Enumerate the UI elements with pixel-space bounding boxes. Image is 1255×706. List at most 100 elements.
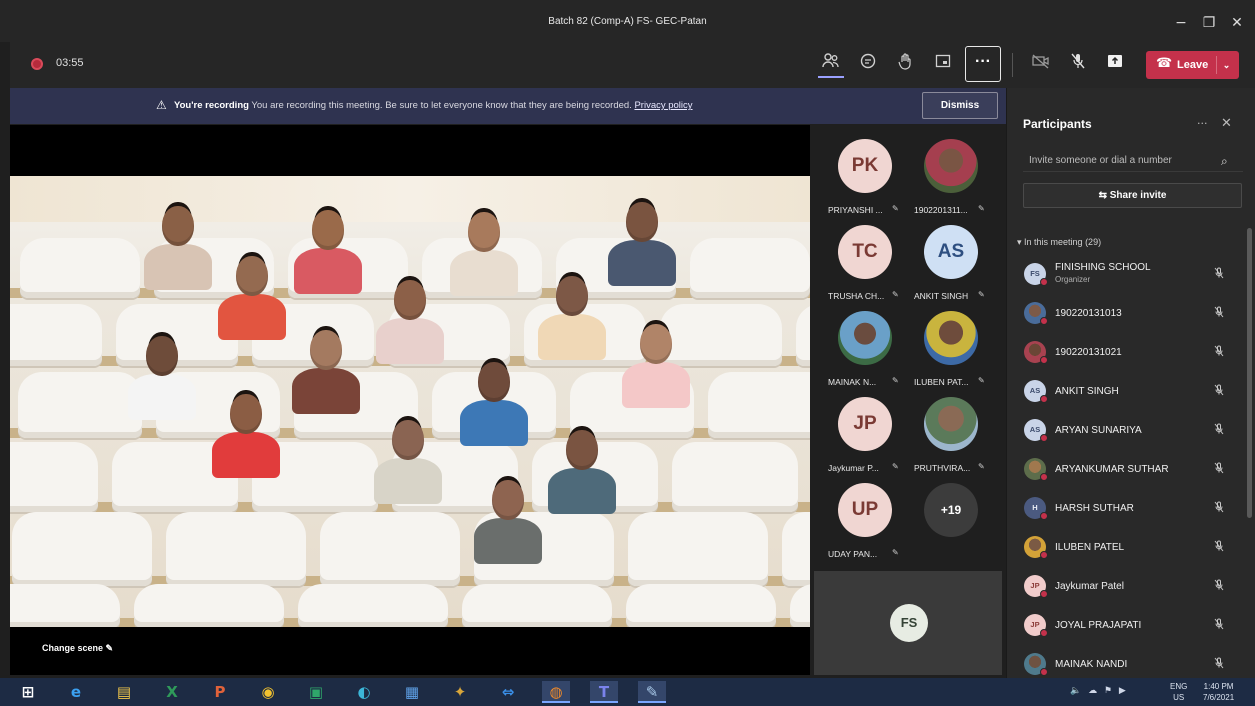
raise-hand-icon[interactable] [893, 52, 919, 78]
gallery-tile[interactable]: PRUTHVIRA... ✎ [900, 391, 996, 477]
windows-start-icon[interactable]: ⊞ [14, 681, 42, 703]
auditorium-seat [134, 584, 284, 627]
teams-icon[interactable]: T [590, 681, 618, 703]
in-meeting-label: In this meeting (29) [1024, 237, 1102, 247]
mic-muted-icon [1213, 306, 1225, 321]
gallery-tile[interactable]: +19 [900, 477, 996, 563]
participant-video-figure [370, 280, 450, 376]
gallery-tile[interactable]: MAINAK N... ✎ [814, 305, 910, 391]
participant-row[interactable]: JP JOYAL PRAJAPATI [1007, 606, 1247, 645]
participant-row[interactable]: JP Jaykumar Patel [1007, 567, 1247, 606]
teamviewer-icon[interactable]: ⇔ [494, 681, 522, 703]
auditorium-seat [672, 442, 798, 512]
gallery-tile[interactable]: PK PRIYANSHI ... ✎ [814, 133, 910, 219]
auditorium-seat [166, 512, 306, 586]
camera-off-icon[interactable] [1028, 52, 1054, 78]
dismiss-button[interactable]: Dismiss [922, 92, 998, 119]
participant-name: PRUTHVIRA... [914, 463, 971, 473]
participant-avatar: H [1024, 497, 1048, 520]
together-mode-stage: Change scene ✎ [10, 125, 810, 675]
in-meeting-section-header[interactable]: ▾ In this meeting (29) [1017, 237, 1101, 248]
taskbar-clock[interactable]: 1:40 PM 7/6/2021 [1203, 681, 1234, 703]
more-participants-badge: +19 [924, 483, 978, 537]
mic-off-icon[interactable] [1065, 52, 1091, 78]
participant-name: ANKIT SINGH [914, 291, 969, 301]
calculator-icon[interactable]: ▦ [398, 681, 426, 703]
participant-body [622, 362, 690, 408]
breakout-rooms-icon[interactable] [930, 52, 956, 78]
chrome-icon[interactable]: ◉ [254, 681, 282, 703]
participant-body [374, 458, 442, 504]
paint-icon[interactable]: ✎ [638, 681, 666, 703]
participant-row[interactable]: 190220131013 [1007, 294, 1247, 333]
more-actions-button[interactable]: ··· [965, 46, 1001, 82]
participant-row[interactable]: AS ARYAN SUNARIYA [1007, 411, 1247, 450]
firefox-icon[interactable]: ◍ [542, 681, 570, 703]
mic-muted-icon [1213, 657, 1225, 672]
presence-status-icon [1040, 434, 1048, 442]
powerpoint-icon[interactable]: P [206, 681, 234, 703]
participant-name: ILUBEN PAT... [914, 377, 969, 387]
leave-button[interactable]: ☎ Leave ⌄ [1146, 51, 1239, 79]
participant-head [392, 420, 424, 460]
auditorium-seat [626, 584, 776, 627]
participant-row[interactable]: AS ANKIT SINGH [1007, 372, 1247, 411]
winrar-icon[interactable]: ✦ [446, 681, 474, 703]
mic-muted-icon [1213, 501, 1225, 516]
chat-icon[interactable] [855, 52, 881, 78]
store-icon[interactable]: ▣ [302, 681, 330, 703]
back-wall [10, 176, 810, 222]
participant-body [538, 314, 606, 360]
participants-panel: Participants ··· ✕ ⌕ ⇆ Share invite ▾ In… [1006, 88, 1255, 678]
system-tray-icons[interactable]: 🔈 ☁ ⚑ ▶ [1070, 686, 1128, 696]
auditorium-seat [628, 512, 768, 586]
more-options-icon[interactable]: ··· [1197, 117, 1208, 130]
change-scene-button[interactable]: Change scene ✎ [42, 643, 113, 654]
participant-row[interactable]: FS FINISHING SCHOOL Organizer [1007, 255, 1247, 294]
participant-head [146, 336, 178, 376]
search-icon[interactable]: ⌕ [1221, 154, 1228, 169]
meeting-controls-bar: 03:55 ··· ☎ Leave ⌄ [10, 42, 1255, 88]
share-invite-button[interactable]: ⇆ Share invite [1023, 183, 1242, 208]
file-explorer-icon[interactable]: ▤ [110, 681, 138, 703]
banner-text: You're recording You are recording this … [174, 100, 693, 111]
invite-input[interactable] [1023, 150, 1243, 172]
leave-label: Leave [1177, 59, 1209, 71]
maximize-button[interactable]: ❐ [1198, 12, 1220, 34]
self-avatar: FS [890, 604, 928, 642]
close-window-button[interactable]: ✕ [1226, 12, 1248, 34]
mic-muted-icon [1213, 345, 1225, 360]
share-screen-icon[interactable] [1102, 52, 1128, 78]
gallery-tile[interactable]: TC TRUSHA CH... ✎ [814, 219, 910, 305]
close-icon[interactable]: ✕ [1221, 116, 1232, 131]
self-view-tile[interactable]: FS [814, 571, 1002, 675]
participant-row[interactable]: ARYANKUMAR SUTHAR [1007, 450, 1247, 489]
participant-row[interactable]: ILUBEN PATEL [1007, 528, 1247, 567]
participant-head [566, 430, 598, 470]
privacy-policy-link[interactable]: Privacy policy [634, 100, 692, 111]
participant-avatar [1024, 653, 1048, 676]
gallery-tile[interactable]: JP Jaykumar P... ✎ [814, 391, 910, 477]
gallery-tile[interactable]: 1902201311... ✎ [900, 133, 996, 219]
participant-row[interactable]: 190220131021 [1007, 333, 1247, 372]
excel-icon[interactable]: X [158, 681, 186, 703]
minimize-button[interactable]: − [1170, 12, 1192, 34]
gallery-tile[interactable]: AS ANKIT SINGH ✎ [900, 219, 996, 305]
auditorium-seat [782, 512, 810, 586]
participant-row[interactable]: H HARSH SUTHAR [1007, 489, 1247, 528]
gallery-tile[interactable]: ILUBEN PAT... ✎ [900, 305, 996, 391]
edge-icon[interactable]: ◐ [350, 681, 378, 703]
gallery-tile[interactable]: UP UDAY PAN... ✎ [814, 477, 910, 563]
people-icon[interactable] [818, 52, 844, 78]
edge-legacy-icon[interactable]: e [62, 681, 90, 703]
language-indicator[interactable]: ENG US [1170, 681, 1187, 703]
avatar-initials: AS [1029, 425, 1041, 434]
mic-muted-icon [1213, 462, 1225, 477]
participant-video-figure [542, 430, 622, 526]
chevron-down-icon[interactable]: ⌄ [1216, 56, 1236, 74]
participant-avatar [1024, 302, 1048, 325]
participant-body [212, 432, 280, 478]
participant-name: JOYAL PRAJAPATI [1055, 620, 1142, 631]
participant-body [548, 468, 616, 514]
scrollbar[interactable] [1247, 228, 1252, 518]
